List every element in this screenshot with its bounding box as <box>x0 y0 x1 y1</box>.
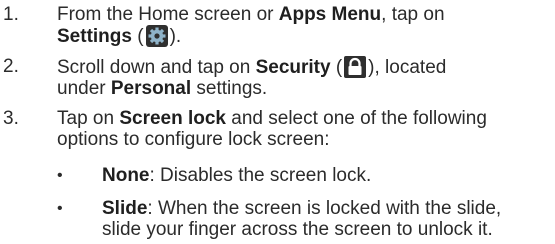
instructions-document: 1. From the Home screen or Apps Menu, ta… <box>0 0 555 244</box>
bold-personal: Personal <box>110 78 192 99</box>
step-number: 1. <box>3 4 19 25</box>
step-line: options to configure lock screen: <box>57 129 330 150</box>
text-span: Scroll down and tap on <box>57 57 256 78</box>
text-span: Tap on <box>57 108 120 129</box>
text-span: : Disables the screen lock. <box>149 165 372 186</box>
bold-security: Security <box>255 57 331 78</box>
bullet-text: Slide: When the screen is locked with th… <box>102 198 552 240</box>
bullet-line: Slide: When the screen is locked with th… <box>102 198 552 219</box>
text-span: , tap on <box>381 4 445 25</box>
bold-none: None <box>102 165 150 186</box>
bold-screen-lock: Screen lock <box>119 108 226 129</box>
step-number: 2. <box>3 56 19 77</box>
text-span: ( <box>131 26 144 47</box>
step-line: Tap on Screen lock and select one of the… <box>57 108 552 129</box>
text-span: : When the screen is locked with the sli… <box>147 198 502 219</box>
step-text: Scroll down and tap on Security ( ), loc… <box>57 56 552 99</box>
bullet-marker: • <box>57 167 63 184</box>
step-line: From the Home screen or Apps Menu, tap o… <box>57 4 552 25</box>
settings-gear-icon <box>145 25 168 47</box>
text-span: From the Home screen or <box>57 4 279 25</box>
text-span: ). <box>169 26 182 47</box>
lock-icon <box>344 56 367 78</box>
step-line: Settings (). <box>57 25 552 47</box>
text-span: and select one of the following <box>226 108 487 129</box>
text-span: under <box>57 78 111 99</box>
bullet-line: slide your finger across the screen to u… <box>102 219 493 240</box>
step-line: Scroll down and tap on Security ( ), loc… <box>57 56 552 78</box>
step-text: Tap on Screen lock and select one of the… <box>57 108 552 150</box>
bullet-text: None: Disables the screen lock. <box>102 165 552 186</box>
step-line: under Personal settings. <box>57 78 552 99</box>
text-span: ), located <box>368 57 447 78</box>
text-span: ( <box>330 57 343 78</box>
step-number: 3. <box>3 108 19 129</box>
bullet-marker: • <box>57 200 63 217</box>
bold-apps-menu: Apps Menu <box>278 4 382 25</box>
bold-settings: Settings <box>57 26 132 47</box>
text-span: settings. <box>191 78 268 99</box>
step-text: From the Home screen or Apps Menu, tap o… <box>57 4 552 47</box>
bold-slide: Slide <box>102 198 148 219</box>
